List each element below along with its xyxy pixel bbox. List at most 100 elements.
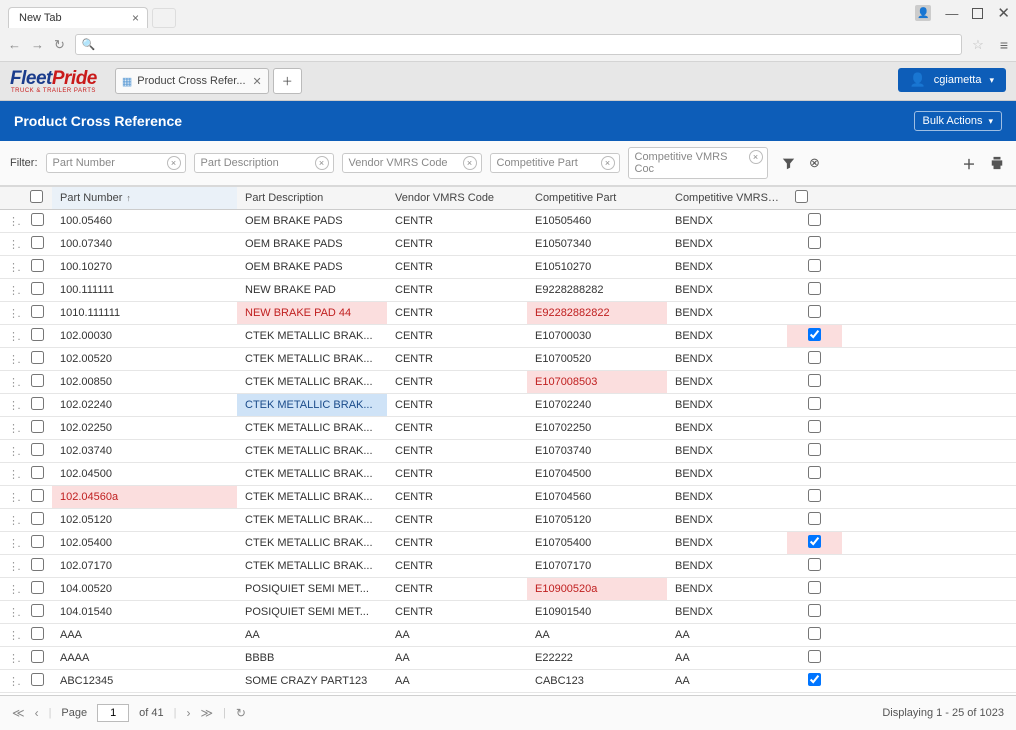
cell-vendor-vmrs[interactable]: CENTR: [387, 463, 527, 486]
cell-vendor-vmrs[interactable]: AA: [387, 624, 527, 647]
tab-close-icon[interactable]: ×: [132, 11, 139, 25]
clear-icon[interactable]: ×: [167, 156, 181, 170]
table-row[interactable]: ⋮100.07340OEM BRAKE PADSCENTRE10507340BE…: [0, 233, 1016, 256]
row-checkbox-cell[interactable]: [22, 670, 52, 693]
tab-product-cross-reference[interactable]: ▦ Product Cross Refer... ✕: [115, 68, 269, 94]
col-competitive-vmrs[interactable]: Competitive VMRS MF: [667, 187, 787, 210]
drag-handle[interactable]: ⋮: [0, 371, 22, 394]
table-row[interactable]: ⋮102.02240CTEK METALLIC BRAK...CENTRE107…: [0, 394, 1016, 417]
cell-part-description[interactable]: NEW BRAKE PAD 44: [237, 302, 387, 325]
add-icon[interactable]: ＋: [960, 154, 978, 172]
row-checkbox[interactable]: [31, 305, 44, 318]
row-checkbox-2[interactable]: [808, 581, 821, 594]
cell-part-description[interactable]: NEW BRAKE PAD: [237, 279, 387, 302]
drag-handle[interactable]: ⋮: [0, 555, 22, 578]
cell-competitive-part[interactable]: E10901540: [527, 601, 667, 624]
cell-competitive-vmrs[interactable]: BENDX: [667, 233, 787, 256]
cell-competitive-vmrs[interactable]: BENDX: [667, 371, 787, 394]
row-checkbox-2[interactable]: [808, 282, 821, 295]
row-checkbox-cell[interactable]: [22, 210, 52, 233]
cell-competitive-part[interactable]: E10702240: [527, 394, 667, 417]
cell-checkbox-2[interactable]: [787, 256, 842, 279]
header-checkbox-2[interactable]: [795, 190, 808, 203]
filter-competitive-vmrs[interactable]: Competitive VMRS Coc×: [628, 147, 768, 179]
cell-checkbox-2[interactable]: [787, 601, 842, 624]
drag-handle[interactable]: ⋮: [0, 624, 22, 647]
row-checkbox-2[interactable]: [808, 305, 821, 318]
cell-vendor-vmrs[interactable]: CENTR: [387, 302, 527, 325]
cell-competitive-part[interactable]: E9228288282: [527, 279, 667, 302]
row-checkbox-cell[interactable]: [22, 325, 52, 348]
row-checkbox-cell[interactable]: [22, 647, 52, 670]
row-checkbox-cell[interactable]: [22, 371, 52, 394]
reload-icon[interactable]: ↻: [54, 37, 65, 53]
cell-competitive-part[interactable]: E92282882822: [527, 302, 667, 325]
drag-handle[interactable]: ⋮: [0, 394, 22, 417]
bookmark-icon[interactable]: ☆: [972, 37, 984, 53]
cell-part-number[interactable]: AAAA: [52, 647, 237, 670]
cell-checkbox-2[interactable]: [787, 647, 842, 670]
cell-part-number[interactable]: 102.07170: [52, 555, 237, 578]
drag-handle[interactable]: ⋮: [0, 532, 22, 555]
cell-checkbox-2[interactable]: [787, 578, 842, 601]
cell-checkbox-2[interactable]: [787, 302, 842, 325]
cell-vendor-vmrs[interactable]: CENTR: [387, 256, 527, 279]
minimize-icon[interactable]: —: [945, 6, 958, 21]
table-row[interactable]: ⋮AAAABBBBAAE22222AA: [0, 647, 1016, 670]
row-checkbox-cell[interactable]: [22, 279, 52, 302]
last-page-icon[interactable]: ≫: [200, 706, 213, 720]
cell-part-number[interactable]: 102.04560a: [52, 486, 237, 509]
cell-part-number[interactable]: 100.05460: [52, 210, 237, 233]
col-part-number[interactable]: Part Number↑: [52, 187, 237, 210]
row-checkbox-2[interactable]: [808, 627, 821, 640]
cell-part-description[interactable]: OEM BRAKE PADS: [237, 233, 387, 256]
cell-part-number[interactable]: 100.10270: [52, 256, 237, 279]
table-row[interactable]: ⋮104.00520POSIQUIET SEMI MET...CENTRE109…: [0, 578, 1016, 601]
cell-part-description[interactable]: BBBB: [237, 647, 387, 670]
table-row[interactable]: ⋮102.00850CTEK METALLIC BRAK...CENTRE107…: [0, 371, 1016, 394]
maximize-icon[interactable]: [972, 8, 983, 19]
cell-competitive-vmrs[interactable]: BENDX: [667, 578, 787, 601]
cell-competitive-part[interactable]: E107008503: [527, 371, 667, 394]
cell-competitive-part[interactable]: AA: [527, 624, 667, 647]
row-checkbox[interactable]: [31, 535, 44, 548]
row-checkbox-cell[interactable]: [22, 256, 52, 279]
cell-part-number[interactable]: 100.111111: [52, 279, 237, 302]
cell-part-number[interactable]: 102.04500: [52, 463, 237, 486]
cell-part-number[interactable]: 102.02250: [52, 417, 237, 440]
first-page-icon[interactable]: ≪: [12, 706, 25, 720]
cell-vendor-vmrs[interactable]: AA: [387, 670, 527, 693]
cell-part-description[interactable]: CTEK METALLIC BRAK...: [237, 325, 387, 348]
cell-part-description[interactable]: SOME CRAZY PART123: [237, 670, 387, 693]
drag-handle[interactable]: ⋮: [0, 578, 22, 601]
cell-part-number[interactable]: 102.00520: [52, 348, 237, 371]
row-checkbox[interactable]: [31, 420, 44, 433]
cell-competitive-vmrs[interactable]: BENDX: [667, 486, 787, 509]
table-row[interactable]: ⋮ABC12345SOME CRAZY PART123AACABC123AA: [0, 670, 1016, 693]
row-checkbox[interactable]: [31, 512, 44, 525]
cell-vendor-vmrs[interactable]: CENTR: [387, 394, 527, 417]
table-row[interactable]: ⋮102.02250CTEK METALLIC BRAK...CENTRE107…: [0, 417, 1016, 440]
cell-part-description[interactable]: AA: [237, 624, 387, 647]
row-checkbox[interactable]: [31, 581, 44, 594]
next-page-icon[interactable]: ›: [186, 706, 190, 720]
cell-competitive-part[interactable]: E10705400: [527, 532, 667, 555]
cell-competitive-vmrs[interactable]: AA: [667, 647, 787, 670]
cell-competitive-part[interactable]: E10703740: [527, 440, 667, 463]
row-checkbox-2[interactable]: [808, 397, 821, 410]
cell-competitive-vmrs[interactable]: BENDX: [667, 417, 787, 440]
row-checkbox[interactable]: [31, 328, 44, 341]
clear-icon[interactable]: ×: [601, 156, 615, 170]
new-tab-button[interactable]: [152, 8, 176, 28]
cell-part-number[interactable]: 102.05400: [52, 532, 237, 555]
row-checkbox-2[interactable]: [808, 420, 821, 433]
row-checkbox[interactable]: [31, 558, 44, 571]
browser-tab[interactable]: New Tab ×: [8, 7, 148, 28]
row-checkbox-2[interactable]: [808, 604, 821, 617]
table-row[interactable]: ⋮104.01540POSIQUIET SEMI MET...CENTRE109…: [0, 601, 1016, 624]
cell-checkbox-2[interactable]: [787, 210, 842, 233]
cell-competitive-part[interactable]: E10700030: [527, 325, 667, 348]
cell-competitive-vmrs[interactable]: BENDX: [667, 256, 787, 279]
table-row[interactable]: ⋮AAAAAAAAAAA: [0, 624, 1016, 647]
refresh-icon[interactable]: ↻: [236, 706, 246, 720]
